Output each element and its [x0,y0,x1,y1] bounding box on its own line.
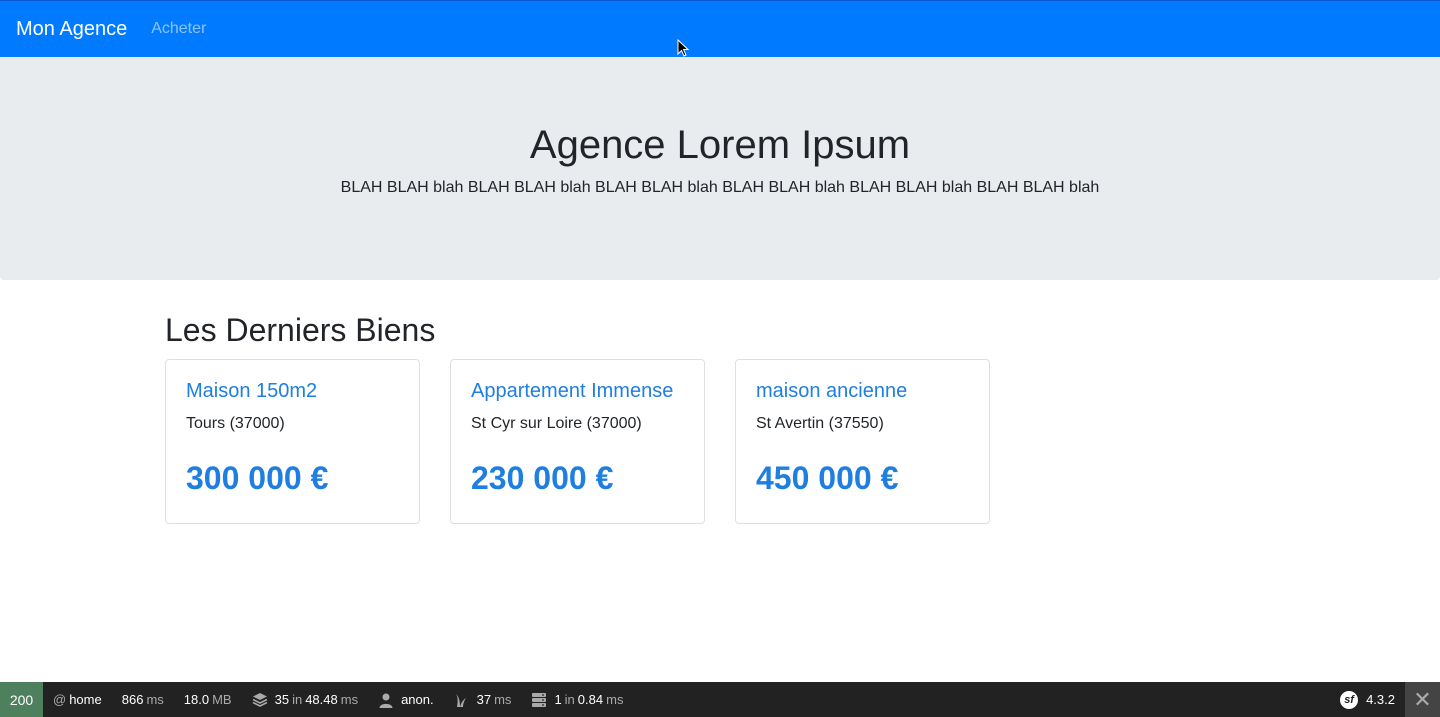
route-name: home [69,692,102,707]
user-name: anon. [401,692,434,707]
queries-time: 48.48 [305,692,338,707]
property-price: 230 000 € [471,460,614,496]
property-card: Maison 150m2 Tours (37000) 300 000 € [165,359,420,524]
section-title: Les Derniers Biens [165,312,436,348]
cache-server-icon [532,692,547,707]
status-code-badge[interactable]: 200 [0,682,43,717]
twig-time: 37 [476,692,492,707]
symfony-logo-icon: sf [1340,690,1359,709]
route-prefix: @ [53,692,67,707]
property-title-link[interactable]: Appartement Immense [471,380,684,403]
property-location: St Avertin (37550) [756,415,884,432]
hero-jumbotron: Agence Lorem Ipsum BLAH BLAH blah BLAH B… [0,57,1440,280]
memory-indicator[interactable]: 18.0 MB [174,682,242,717]
hero-text: BLAH BLAH blah BLAH BLAH blah BLAH BLAH … [340,179,1100,196]
debug-toolbar: 200 @ home 866 ms 18.0 MB 35 in 48.48 ms anon.… [0,682,1440,717]
twig-indicator[interactable]: 37 ms [444,682,522,717]
queries-count: 35 [274,692,290,707]
memory-value: 18.0 [183,692,210,707]
route-indicator[interactable]: @ home [43,682,112,717]
navbar: Mon Agence Acheter [0,0,1440,57]
database-indicator[interactable]: 35 in 48.48 ms [242,682,368,717]
time-indicator[interactable]: 866 ms [112,682,174,717]
cache-unit: ms [606,692,624,707]
queries-in: in [292,692,303,707]
user-indicator[interactable]: anon. [368,682,444,717]
user-icon [379,693,393,708]
mouse-cursor-icon [677,39,689,57]
symfony-version: 4.3.2 [1366,692,1395,707]
property-location: St Cyr sur Loire (37000) [471,415,642,432]
cache-in: in [564,692,575,707]
property-list: Maison 150m2 Tours (37000) 300 000 € App… [165,359,990,524]
queries-unit: ms [340,692,359,707]
twig-icon [455,693,466,707]
nav-link-acheter[interactable]: Acheter [151,20,206,38]
property-card: maison ancienne St Avertin (37550) 450 0… [735,359,990,524]
cache-count: 1 [554,692,562,707]
database-layers-icon [252,692,267,707]
time-unit: ms [146,692,164,707]
cache-time: 0.84 [577,692,604,707]
property-title-link[interactable]: maison ancienne [756,380,969,403]
memory-unit: MB [212,692,232,707]
time-value: 866 [121,692,144,707]
property-card: Appartement Immense St Cyr sur Loire (37… [450,359,705,524]
property-price: 300 000 € [186,460,329,496]
cache-indicator[interactable]: 1 in 0.84 ms [521,682,633,717]
close-icon[interactable]: ✕ [1405,682,1440,717]
property-location: Tours (37000) [186,415,285,432]
property-title-link[interactable]: Maison 150m2 [186,380,399,403]
hero-title: Agence Lorem Ipsum [529,123,911,167]
brand-link[interactable]: Mon Agence [16,18,127,41]
property-price: 450 000 € [756,460,899,496]
twig-unit: ms [494,692,512,707]
symfony-version-indicator[interactable]: sf 4.3.2 [1330,690,1405,709]
